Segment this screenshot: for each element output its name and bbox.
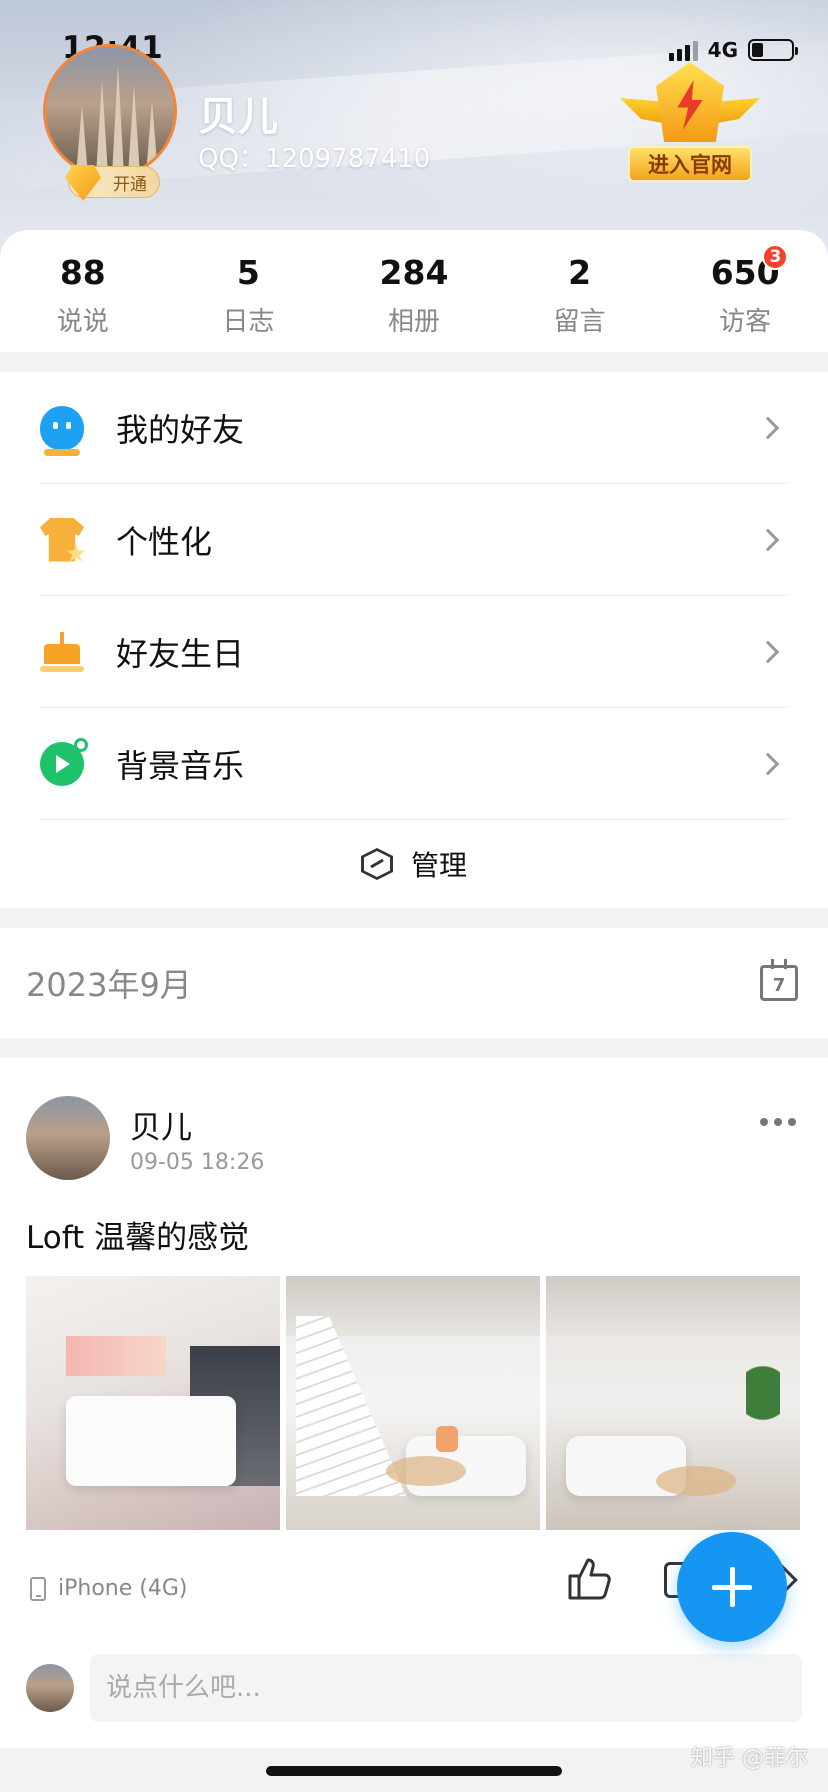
menu-item-friends[interactable]: 我的好友 [40, 372, 788, 484]
stat-posts[interactable]: 88 说说 [0, 230, 166, 352]
calendar-icon[interactable]: 7 [760, 959, 798, 1001]
music-icon [40, 737, 88, 786]
menu-item-birthdays[interactable]: 好友生日 [40, 596, 788, 708]
official-site-label: 进入官网 [628, 146, 752, 182]
network-type: 4G [707, 38, 738, 62]
stats-bar: 88 说说 5 日志 284 相册 2 留言 650 访客 3 [0, 230, 828, 352]
like-icon[interactable] [566, 1556, 612, 1600]
stat-value: 5 [236, 253, 260, 292]
friends-icon [40, 405, 84, 456]
manage-button[interactable]: 管理 [0, 820, 828, 908]
stat-label: 说说 [56, 307, 109, 337]
stat-value: 284 [379, 253, 449, 292]
post-photo[interactable] [546, 1276, 800, 1530]
menu-card: 我的好友 个性化 好友生日 背景音乐 管理 [0, 372, 828, 908]
stat-value: 88 [59, 253, 106, 292]
post-text: Loft 温馨的感觉 [26, 1220, 250, 1256]
profile-avatar[interactable] [43, 44, 177, 178]
stat-visitors[interactable]: 650 访客 3 [662, 230, 828, 352]
stat-albums[interactable]: 284 相册 [331, 230, 497, 352]
post-author-avatar[interactable] [26, 1096, 110, 1180]
chevron-right-icon [756, 416, 780, 439]
chevron-right-icon [756, 528, 780, 551]
post-device-label: iPhone (4G) [58, 1576, 188, 1601]
visitor-count-badge: 3 [762, 244, 789, 270]
stat-value: 2 [568, 253, 592, 292]
home-indicator[interactable] [266, 1766, 562, 1776]
feed-post: 贝儿 09-05 18:26 Loft 温馨的感觉 iPhone (4G) [0, 1058, 828, 1748]
post-timestamp: 09-05 18:26 [130, 1150, 265, 1175]
menu-item-label: 背景音乐 [116, 746, 245, 785]
post-photo-grid [26, 1276, 800, 1530]
stat-blogs[interactable]: 5 日志 [166, 230, 332, 352]
menu-item-music[interactable]: 背景音乐 [40, 708, 788, 820]
menu-item-personalize[interactable]: 个性化 [40, 484, 788, 596]
watermark: 知乎 @菲尔 [691, 1746, 808, 1771]
post-device: iPhone (4G) [30, 1576, 187, 1601]
stat-messages[interactable]: 2 留言 [497, 230, 663, 352]
chevron-right-icon [756, 640, 780, 663]
comment-input[interactable] [90, 1654, 802, 1722]
profile-qq-number: QQ：1209787410 [198, 144, 431, 174]
vip-open-badge[interactable]: 开通 [65, 165, 160, 201]
official-site-button[interactable]: 进入官网 [620, 62, 760, 188]
status-indicators: 4G [668, 38, 798, 62]
cake-icon [40, 630, 84, 674]
stat-label: 相册 [387, 307, 440, 337]
commenter-avatar [26, 1664, 74, 1712]
profile-name: 贝儿 [198, 94, 278, 140]
menu-item-label: 好友生日 [116, 634, 245, 673]
diamond-icon [65, 165, 101, 201]
stat-label: 留言 [553, 307, 606, 337]
comment-row [26, 1654, 802, 1722]
stat-label: 日志 [222, 307, 275, 337]
feed-month: 2023年9月 [26, 966, 192, 1004]
more-options-icon[interactable] [760, 1118, 796, 1126]
manage-hexagon-icon [360, 848, 393, 880]
shirt-icon [40, 517, 86, 562]
menu-item-label: 个性化 [116, 522, 213, 561]
post-author-name[interactable]: 贝儿 [130, 1102, 192, 1147]
open-badge-label: 开通 [113, 174, 147, 195]
battery-icon [748, 39, 798, 61]
post-photo[interactable] [286, 1276, 540, 1530]
menu-item-label: 我的好友 [116, 410, 245, 449]
phone-icon [30, 1576, 46, 1601]
signal-icon [668, 39, 698, 61]
manage-label: 管理 [410, 849, 467, 882]
feed-date-bar: 2023年9月 7 [0, 928, 828, 1038]
stat-label: 访客 [719, 307, 772, 337]
chevron-right-icon [756, 752, 780, 775]
add-post-button[interactable] [677, 1532, 787, 1642]
post-photo[interactable] [26, 1276, 280, 1530]
